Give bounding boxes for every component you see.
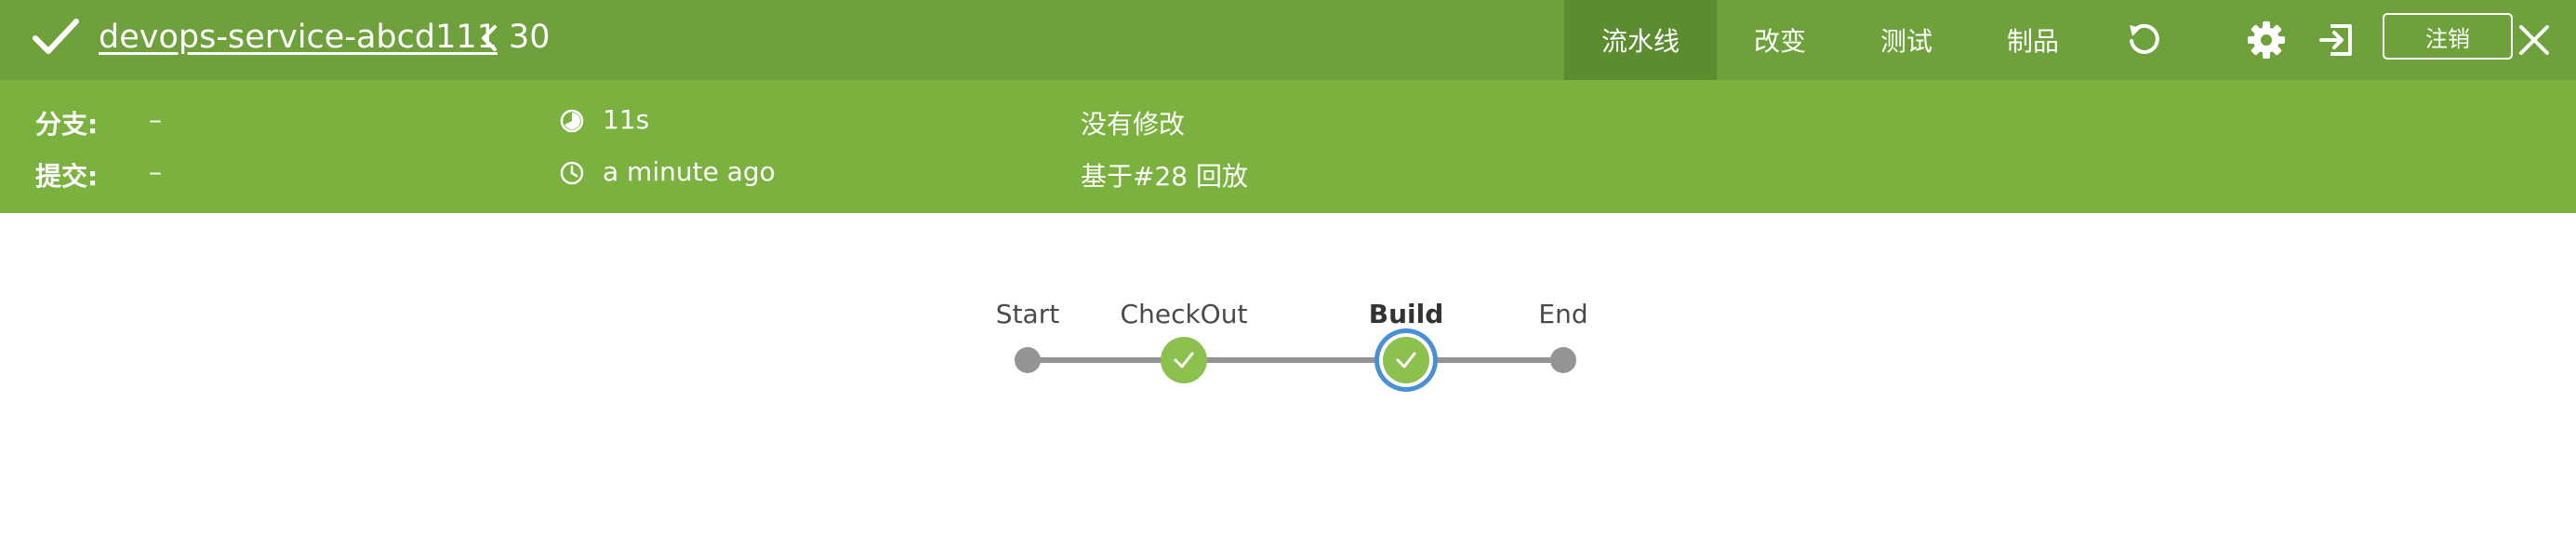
stage-node-end	[1550, 347, 1576, 373]
stage-node-build[interactable]	[1383, 337, 1429, 383]
stage-node-checkout[interactable]	[1161, 337, 1207, 383]
settings-button[interactable]	[2239, 13, 2293, 67]
stage-label-start: Start	[995, 299, 1060, 329]
branch-label: 分支:	[35, 109, 99, 140]
top-bar: devops-service-abcd111 30 流水线 改变 测试 制品 注…	[0, 0, 2576, 80]
tab-changes[interactable]: 改变	[1717, 0, 1843, 80]
tab-tests[interactable]: 测试	[1843, 0, 1970, 80]
duration-value: 11s	[603, 104, 650, 135]
check-icon	[33, 19, 79, 54]
replay-icon	[2130, 23, 2159, 54]
close-icon	[2519, 25, 2549, 55]
stage-label-build: Build	[1368, 299, 1444, 329]
stage-label-checkout: CheckOut	[1120, 299, 1248, 329]
graph-connector	[1028, 357, 1567, 363]
check-icon	[1396, 352, 1416, 368]
exit-button[interactable]	[2310, 13, 2364, 67]
run-number: 30	[509, 19, 551, 56]
chevron-left-icon	[482, 25, 497, 51]
close-button[interactable]	[2507, 13, 2561, 67]
stage-label-end: End	[1538, 299, 1588, 329]
stage-node-start	[1015, 347, 1041, 373]
pipeline-name-link[interactable]: devops-service-abcd111	[99, 17, 498, 58]
exit-icon	[2319, 24, 2352, 56]
commit-label: 提交:	[35, 161, 99, 192]
changes-summary: 没有修改	[1081, 109, 1186, 140]
gear-icon	[2248, 21, 2285, 59]
logout-button[interactable]: 注销	[2383, 13, 2513, 60]
replay-button[interactable]	[2117, 13, 2171, 67]
commit-value: –	[149, 156, 162, 187]
branch-value: –	[149, 104, 162, 135]
tab-pipeline[interactable]: 流水线	[1564, 0, 1717, 80]
time-ago-value: a minute ago	[603, 156, 776, 187]
pipeline-graph: Start CheckOut Build End	[0, 213, 2576, 549]
run-info-bar: 分支: – 提交: – 11s a minute ago 没有修改 基于#28 …	[0, 80, 2576, 213]
check-icon	[1174, 352, 1194, 368]
duration-icon	[560, 109, 584, 133]
replay-source: 基于#28 回放	[1081, 161, 1248, 192]
clock-icon	[560, 161, 584, 185]
tab-artifacts[interactable]: 制品	[1970, 0, 2096, 80]
